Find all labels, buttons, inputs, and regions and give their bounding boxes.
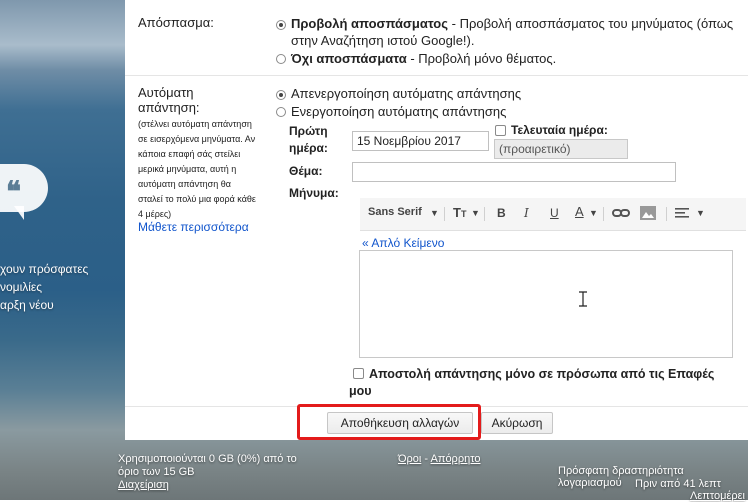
hangouts-text-3: αρξη νέου [0,298,54,312]
auto-reply-label-1: Αυτόματη [138,85,194,100]
auto-reply-on-option[interactable]: Ενεργοποίηση αυτόματης απάντησης [291,104,506,119]
font-family-select[interactable]: Sans Serif [368,206,422,218]
snippets-show-radio[interactable] [276,20,286,30]
snippets-label: Απόσπασμα: [138,15,214,30]
storage-usage-line1: Χρησιμοποιούνται 0 GB (0%) από το [118,453,297,465]
snippets-none-option[interactable]: Όχι αποσπάσματα - Προβολή μόνο θέματος. [291,51,556,66]
auto-reply-label-2: απάντηση: [138,100,200,115]
text-color-button[interactable]: A [575,204,584,219]
auto-reply-off-option[interactable]: Απενεργοποίηση αυτόματης απάντησης [291,86,521,101]
terms-privacy: Όροι - Απόρρητο [398,453,481,465]
snippets-show-option[interactable]: Προβολή αποσπάσματος - Προβολή αποσπάσμα… [291,16,733,31]
last-day-input: (προαιρετικό) [494,139,628,159]
text-cursor-icon [579,291,587,307]
privacy-link[interactable]: Απόρρητο [431,453,481,465]
learn-more-link[interactable]: Μάθετε περισσότερα [138,220,249,234]
chevron-down-icon: ▼ [471,208,480,218]
contacts-only-label-2: μου [349,384,372,398]
align-icon[interactable] [675,208,689,221]
hangouts-text-1: χουν πρόσφατες [0,262,89,276]
chevron-down-icon: ▼ [589,208,598,218]
snippets-show-option-line2: στην Αναζήτηση ιστού Google!). [291,33,475,48]
toolbar-divider [603,207,604,221]
subject-label: Θέμα: [289,164,323,178]
snippets-none-radio[interactable] [276,54,286,64]
settings-panel: Απόσπασμα: Προβολή αποσπάσματος - Προβολ… [125,0,748,440]
auto-reply-note: (στέλνει αυτόματη απάντηση σε εισερχόμεν… [138,119,256,219]
first-day-input[interactable]: 15 Νοεμβρίου 2017 [352,131,489,151]
link-icon[interactable] [612,207,630,222]
text-size-icon[interactable]: TT [453,205,466,220]
auto-reply-off-radio[interactable] [276,90,286,100]
auto-reply-on-radio[interactable] [276,107,286,117]
last-day-checkbox[interactable] [495,125,506,136]
toolbar-divider [484,207,485,221]
message-label: Μήνυμα: [289,186,339,200]
plain-text-link[interactable]: « Απλό Κείμενο [362,236,444,250]
italic-button[interactable]: I [524,206,529,220]
last-day-label: Τελευταία ημέρα: [511,123,608,137]
first-day-label-2: ημέρα: [289,141,328,155]
section-divider [125,75,748,76]
underline-button[interactable]: U [550,206,559,220]
chevron-down-icon: ▼ [696,208,705,218]
bold-button[interactable]: B [497,206,506,220]
cancel-button[interactable]: Ακύρωση [481,412,553,434]
hangouts-quote-icon: ❝ [6,175,22,208]
details-link[interactable]: Λεπτομέρει [690,490,745,502]
account-activity-line2: Πριν από 41 λεπτ [635,478,721,490]
storage-usage-line2: όριο των 15 GB [118,466,195,478]
image-icon[interactable] [640,206,656,223]
chevron-down-icon: ▼ [430,208,439,218]
message-editor[interactable] [359,250,733,358]
hangouts-text-2: νομιλίες [0,280,43,294]
hangouts-bubble-tail [14,206,24,220]
subject-input[interactable] [352,162,676,182]
contacts-only-label: Αποστολή απάντησης μόνο σε πρόσωπα από τ… [369,367,715,381]
highlight-box [297,404,481,440]
toolbar-divider [444,207,445,221]
toolbar-divider [666,207,667,221]
contacts-only-checkbox[interactable] [353,368,364,379]
terms-link[interactable]: Όροι [398,453,421,465]
first-day-label-1: Πρώτη [289,124,328,138]
manage-storage-link[interactable]: Διαχείριση [118,479,169,491]
formatting-toolbar: Sans Serif ▼ TT ▼ B I U A ▼ ▼ [360,198,746,231]
